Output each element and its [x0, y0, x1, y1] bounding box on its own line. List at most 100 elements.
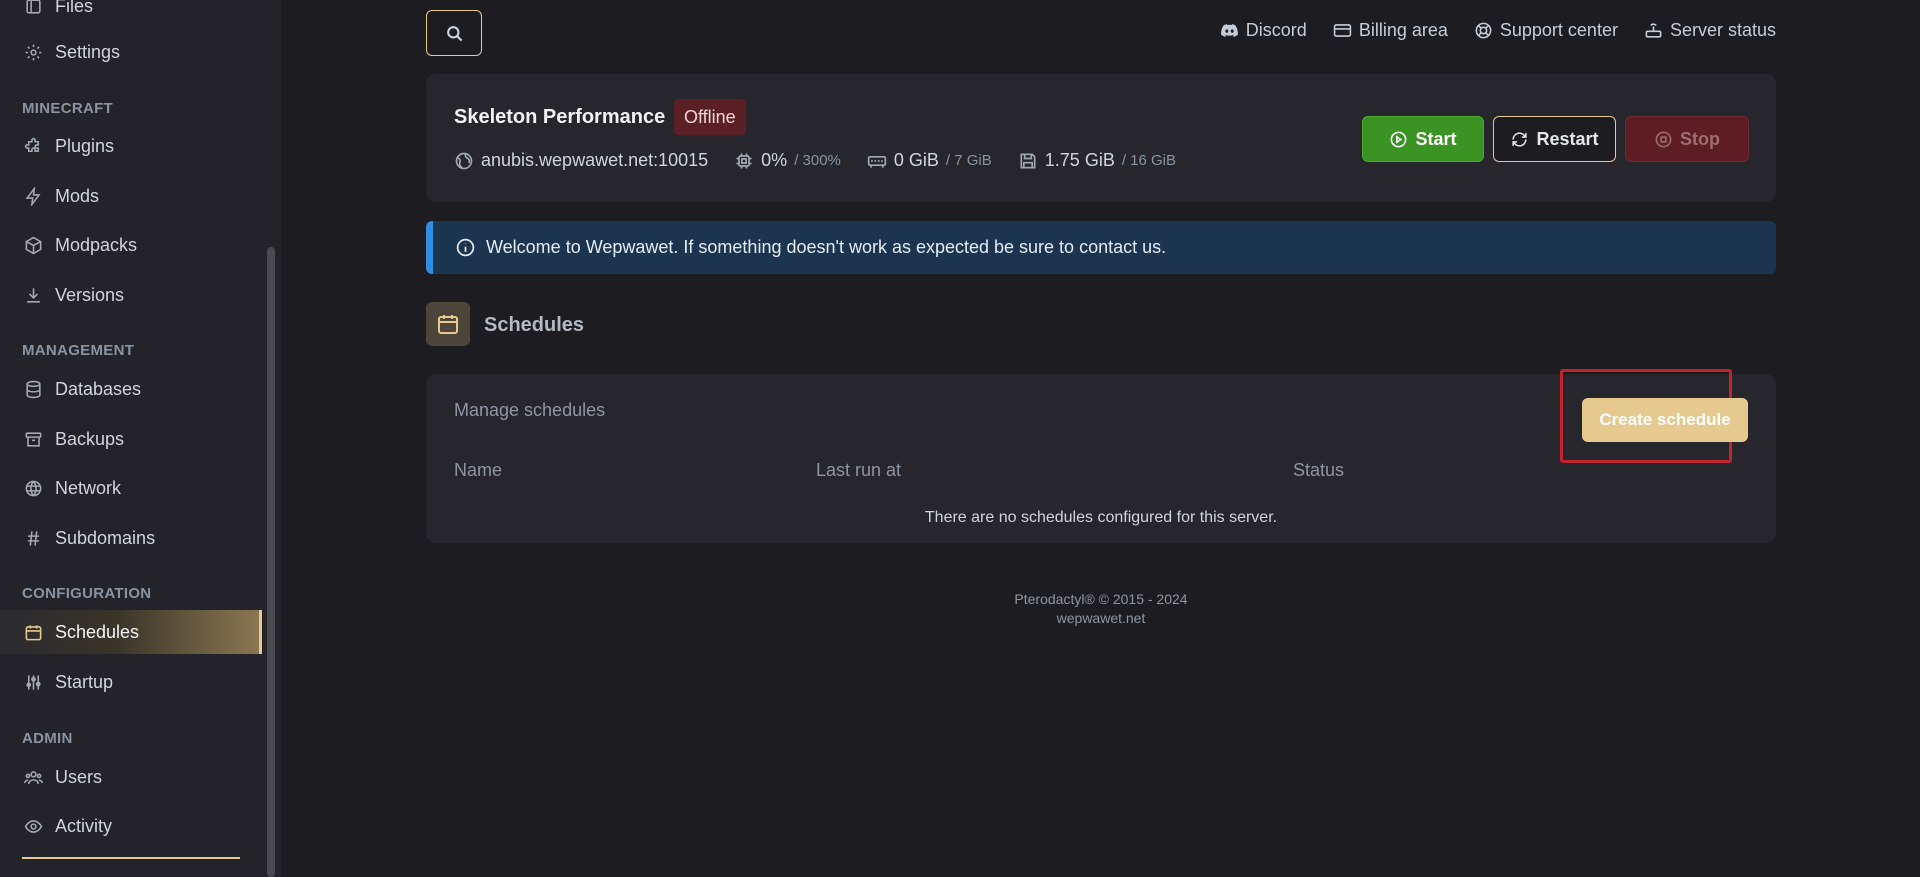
sidebar-item-subdomains[interactable]: Subdomains	[0, 516, 262, 560]
server-address-value: anubis.wepwawet.net:10015	[481, 150, 709, 170]
play-circle-icon	[1389, 130, 1408, 149]
start-button-label: Start	[1415, 128, 1457, 149]
footer: Pterodactyl® © 2015 - 2024 wepwawet.net	[426, 590, 1776, 628]
sidebar-item-label: Users	[55, 766, 103, 787]
billing-area-link-label: Billing area	[1358, 20, 1448, 40]
globe-icon	[454, 151, 474, 171]
download-icon	[24, 286, 43, 305]
section-label-minecraft: MINECRAFT	[22, 100, 114, 117]
memory-value: 0 GiB	[893, 150, 939, 170]
lifebuoy-icon	[1474, 21, 1493, 40]
sidebar-item-databases[interactable]: Databases	[0, 367, 262, 411]
sidebar-item-versions[interactable]: Versions	[0, 273, 262, 317]
start-button[interactable]: Start	[1362, 116, 1484, 162]
sidebar-item-plugins[interactable]: Plugins	[0, 124, 262, 168]
disk-value: 1.75 GiB	[1044, 150, 1115, 170]
footer-copyright: Pterodactyl® © 2015 - 2024	[1014, 591, 1188, 607]
disk-usage: 1.75 GiB / 16 GiB	[1018, 150, 1176, 171]
sidebar-scrollbar[interactable]	[267, 247, 275, 877]
server-status-link[interactable]: Server status	[1644, 20, 1776, 41]
calendar-icon	[24, 623, 43, 642]
memory-icon	[867, 151, 887, 171]
welcome-alert: Welcome to Wepwawet. If something doesn'…	[426, 221, 1776, 274]
sidebar-item-modpacks[interactable]: Modpacks	[0, 223, 262, 267]
sidebar-item-files[interactable]: Files	[0, 0, 262, 28]
footer-site[interactable]: wepwawet.net	[426, 609, 1776, 628]
memory-limit: / 7 GiB	[945, 152, 992, 169]
search-button[interactable]	[426, 10, 482, 56]
disk-limit: / 16 GiB	[1121, 152, 1177, 169]
sidebar-item-label: Mods	[55, 185, 100, 206]
sidebar-item-label: Startup	[55, 671, 114, 692]
billing-area-link[interactable]: Billing area	[1333, 20, 1448, 41]
file-icon	[24, 0, 43, 16]
restart-button[interactable]: Restart	[1493, 116, 1616, 162]
stop-button-label: Stop	[1680, 128, 1720, 149]
stop-button[interactable]: Stop	[1625, 116, 1749, 162]
sidebar-item-label: Network	[55, 477, 122, 498]
sidebar-item-users[interactable]: Users	[0, 755, 262, 799]
sidebar-item-mods[interactable]: Mods	[0, 174, 262, 218]
server-name: Skeleton Performance	[454, 106, 666, 128]
support-center-link[interactable]: Support center	[1474, 20, 1618, 41]
sidebar-item-label: Files	[55, 0, 94, 16]
floppy-disk-icon	[1018, 151, 1038, 171]
sidebar-item-network[interactable]: Network	[0, 466, 262, 510]
router-icon	[1644, 21, 1663, 40]
sidebar-item-label: Modpacks	[55, 234, 138, 255]
stop-circle-icon	[1654, 130, 1673, 149]
puzzle-icon	[24, 137, 43, 156]
sidebar-item-label: Settings	[55, 41, 121, 62]
sidebar-item-label: Plugins	[55, 135, 115, 156]
search-icon	[445, 24, 464, 43]
sidebar-item-startup[interactable]: Startup	[0, 660, 262, 704]
sidebar-item-backups[interactable]: Backups	[0, 417, 262, 461]
cpu-value: 0%	[761, 150, 788, 170]
support-center-link-label: Support center	[1499, 20, 1618, 40]
schedules-card: Manage schedules Create schedule Name La…	[426, 369, 1776, 543]
manage-schedules-heading: Manage schedules	[454, 400, 606, 420]
page-icon	[426, 302, 470, 346]
sidebar-item-label: Subdomains	[55, 527, 156, 548]
globe-icon	[24, 479, 43, 498]
info-icon	[455, 237, 476, 258]
cpu-icon	[734, 151, 754, 171]
sidebar-item-label: Schedules	[55, 621, 140, 642]
create-schedule-button[interactable]: Create schedule	[1582, 398, 1748, 442]
sliders-icon	[24, 673, 43, 692]
sidebar-divider	[22, 857, 240, 859]
column-header-status: Status	[1293, 460, 1345, 480]
discord-icon	[1220, 21, 1239, 40]
server-card: Skeleton Performance Offline anubis.wepw…	[426, 74, 1776, 202]
status-badge: Offline	[674, 99, 746, 135]
sidebar-item-schedules[interactable]: Schedules	[0, 610, 262, 654]
eye-icon	[24, 817, 43, 836]
page-title: Schedules	[484, 314, 585, 336]
refresh-icon	[1510, 130, 1529, 149]
hash-icon	[24, 529, 43, 548]
empty-state-message: There are no schedules configured for th…	[924, 509, 1278, 526]
credit-card-icon	[1333, 21, 1352, 40]
users-icon	[24, 768, 43, 787]
sidebar-item-label: Backups	[55, 428, 125, 449]
sidebar-item-label: Activity	[55, 815, 113, 836]
archive-icon	[24, 430, 43, 449]
bolt-icon	[24, 186, 43, 206]
sidebar-item-label: Databases	[55, 378, 142, 399]
section-label-configuration: CONFIGURATION	[22, 585, 152, 602]
section-label-admin: ADMIN	[22, 730, 73, 747]
calendar-icon	[436, 312, 460, 336]
discord-link[interactable]: Discord	[1220, 20, 1307, 41]
database-icon	[24, 380, 43, 399]
sidebar-item-activity[interactable]: Activity	[0, 804, 262, 848]
gear-icon	[24, 43, 43, 62]
welcome-alert-text: Welcome to Wepwawet. If something doesn'…	[486, 237, 1167, 257]
cpu-usage: 0% / 300%	[734, 150, 841, 171]
sidebar-item-label: Versions	[55, 284, 125, 305]
section-label-management: MANAGEMENT	[22, 342, 135, 359]
restart-button-label: Restart	[1536, 128, 1599, 149]
cpu-limit: / 300%	[794, 152, 841, 169]
sidebar-item-settings[interactable]: Settings	[0, 30, 262, 74]
server-address: anubis.wepwawet.net:10015	[454, 150, 708, 171]
memory-usage: 0 GiB / 7 GiB	[867, 150, 992, 171]
